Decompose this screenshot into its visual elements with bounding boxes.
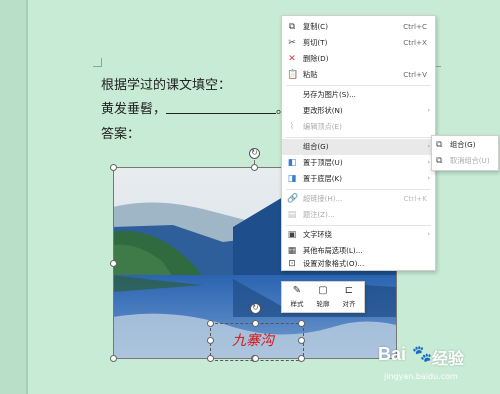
menu-item-text-wrap[interactable]: ▣ 文字环绕 › (282, 227, 435, 243)
chevron-right-icon: › (427, 107, 430, 114)
menu-label: 组合(G) (303, 142, 329, 151)
format-object-icon: ⊡ (288, 259, 296, 269)
menu-separator (286, 189, 431, 190)
menu-item-copy[interactable]: ⧉ 复制(C) Ctrl+C (282, 19, 435, 35)
send-back-icon: ◨ (287, 174, 297, 184)
textbox-handle-n[interactable] (252, 320, 259, 327)
menu-item-hyperlink: 🔗 超链接(H)... Ctrl+K (282, 191, 435, 207)
menu-label: 设置对象格式(O)... (303, 259, 365, 268)
doc-line-2: 黄发垂髫，。阡 (101, 98, 302, 117)
textbox-handle-e[interactable] (298, 337, 305, 344)
delete-icon: ✕ (288, 54, 296, 64)
menu-shortcut: Ctrl+C (403, 22, 427, 31)
chevron-right-icon: › (427, 175, 430, 182)
menu-label: 题注(Z)... (303, 210, 335, 219)
mini-toolbar: ✎ 样式 ▢ 轮廓 ⊏ 对齐 (281, 281, 365, 313)
outline-button[interactable]: ▢ 轮廓 (310, 284, 336, 310)
submenu-label: 组合(G) (450, 140, 476, 149)
menu-item-change-shape[interactable]: 更改形状(N) › (282, 103, 435, 119)
hyperlink-icon: 🔗 (287, 194, 299, 204)
fill-blank (166, 101, 277, 114)
menu-item-bring-to-front[interactable]: ◧ 置于顶层(U) › (282, 155, 435, 171)
menu-label: 置于底层(K) (303, 174, 343, 183)
submenu-item-ungroup: ⧉ 取消组合(U) (432, 153, 498, 169)
menu-label: 删除(D) (303, 54, 329, 63)
chevron-right-icon: › (427, 159, 430, 166)
menu-item-edit-points: ⌇ 编辑顶点(E) (282, 119, 435, 135)
resize-handle-n[interactable] (251, 164, 258, 171)
menu-item-send-to-back[interactable]: ◨ 置于底层(K) › (282, 171, 435, 187)
outline-label: 轮廓 (316, 300, 330, 308)
resize-handle-sw[interactable] (110, 355, 117, 362)
menu-label: 复制(C) (303, 22, 329, 31)
layout-options-icon: ▦ (287, 246, 297, 256)
align-button[interactable]: ⊏ 对齐 (336, 284, 362, 310)
edit-points-icon: ⌇ (289, 122, 295, 132)
textbox-handle-se[interactable] (298, 355, 305, 362)
menu-separator (286, 225, 431, 226)
menu-item-delete[interactable]: ✕ 删除(D) (282, 51, 435, 67)
textbox-handle-sw[interactable] (207, 355, 214, 362)
style-label: 样式 (290, 300, 304, 308)
resize-handle-w[interactable] (110, 260, 117, 267)
align-label: 对齐 (342, 300, 356, 308)
menu-shortcut: Ctrl+K (403, 194, 427, 203)
cut-icon: ✂ (288, 38, 296, 48)
copy-icon: ⧉ (288, 22, 296, 32)
textbox-handle-ne[interactable] (298, 320, 305, 327)
outline-icon: ▢ (318, 285, 328, 296)
group-submenu: ⧉ 组合(G) ⧉ 取消组合(U) (431, 135, 499, 171)
textbox-text[interactable]: 九寨沟 (232, 330, 274, 350)
menu-label: 剪切(T) (303, 38, 328, 47)
textbox-rotate-icon[interactable]: ↻ (250, 303, 261, 314)
paste-icon: 📋 (287, 70, 299, 80)
menu-label: 另存为图片(S)... (303, 90, 356, 99)
menu-label: 编辑顶点(E) (303, 122, 342, 131)
submenu-label: 取消组合(U) (450, 156, 490, 165)
paw-icon: 🐾 (412, 344, 432, 363)
menu-label: 粘贴 (303, 70, 318, 79)
chevron-right-icon: › (427, 143, 430, 150)
watermark-url: jingyan.baidu.com (384, 372, 458, 381)
menu-shortcut: Ctrl+X (403, 38, 427, 47)
submenu-item-group[interactable]: ⧉ 组合(G) (432, 137, 498, 153)
menu-label: 其他布局选项(L)... (303, 246, 363, 255)
doc-line-1: 根据学过的课文填空： (101, 78, 232, 93)
menu-label: 文字环绕 (303, 230, 332, 239)
group-icon: ⧉ (436, 140, 443, 150)
context-menu: ⧉ 复制(C) Ctrl+C ✂ 剪切(T) Ctrl+X ✕ 删除(D) 📋 … (281, 15, 436, 271)
margin-corner-left (93, 58, 102, 67)
menu-item-caption: ▤ 题注(Z)... (282, 207, 435, 223)
menu-item-save-as-picture[interactable]: 另存为图片(S)... (282, 87, 435, 103)
textbox-handle-w[interactable] (207, 337, 214, 344)
brush-icon: ✎ (292, 285, 302, 296)
textbox-handle-nw[interactable] (207, 320, 214, 327)
text-wrap-icon: ▣ (287, 230, 297, 240)
menu-separator (286, 137, 431, 138)
menu-item-paste[interactable]: 📋 粘贴 Ctrl+V (282, 67, 435, 83)
caption-icon: ▤ (287, 210, 297, 220)
baidu-watermark: Bai 🐾 经验 jingyan.baidu.com (378, 342, 498, 392)
doc-line-3: 答案： (101, 127, 141, 142)
menu-item-group[interactable]: 组合(G) › (282, 139, 435, 155)
rotate-handle-icon[interactable]: ↻ (249, 148, 260, 159)
doc-line-2-prefix: 黄发垂髫， (101, 102, 167, 117)
ungroup-icon: ⧉ (436, 156, 443, 166)
textbox-handle-s[interactable] (252, 355, 259, 362)
bring-front-icon: ◧ (287, 158, 297, 168)
menu-item-layout-options[interactable]: ▦ 其他布局选项(L)... (282, 243, 435, 259)
chevron-right-icon: › (427, 231, 430, 238)
menu-label: 置于顶层(U) (303, 158, 343, 167)
resize-handle-nw[interactable] (110, 164, 117, 171)
menu-item-cut[interactable]: ✂ 剪切(T) Ctrl+X (282, 35, 435, 51)
watermark-brand-2: 经验 (432, 349, 465, 368)
style-button[interactable]: ✎ 样式 (284, 284, 310, 310)
menu-shortcut: Ctrl+V (403, 70, 427, 79)
menu-label: 超链接(H)... (303, 194, 343, 203)
watermark-brand: Bai (378, 344, 407, 364)
menu-label: 更改形状(N) (303, 106, 343, 115)
menu-separator (286, 85, 431, 86)
align-icon: ⊏ (344, 285, 354, 296)
menu-item-format-object[interactable]: ⊡ 设置对象格式(O)... (282, 259, 435, 269)
